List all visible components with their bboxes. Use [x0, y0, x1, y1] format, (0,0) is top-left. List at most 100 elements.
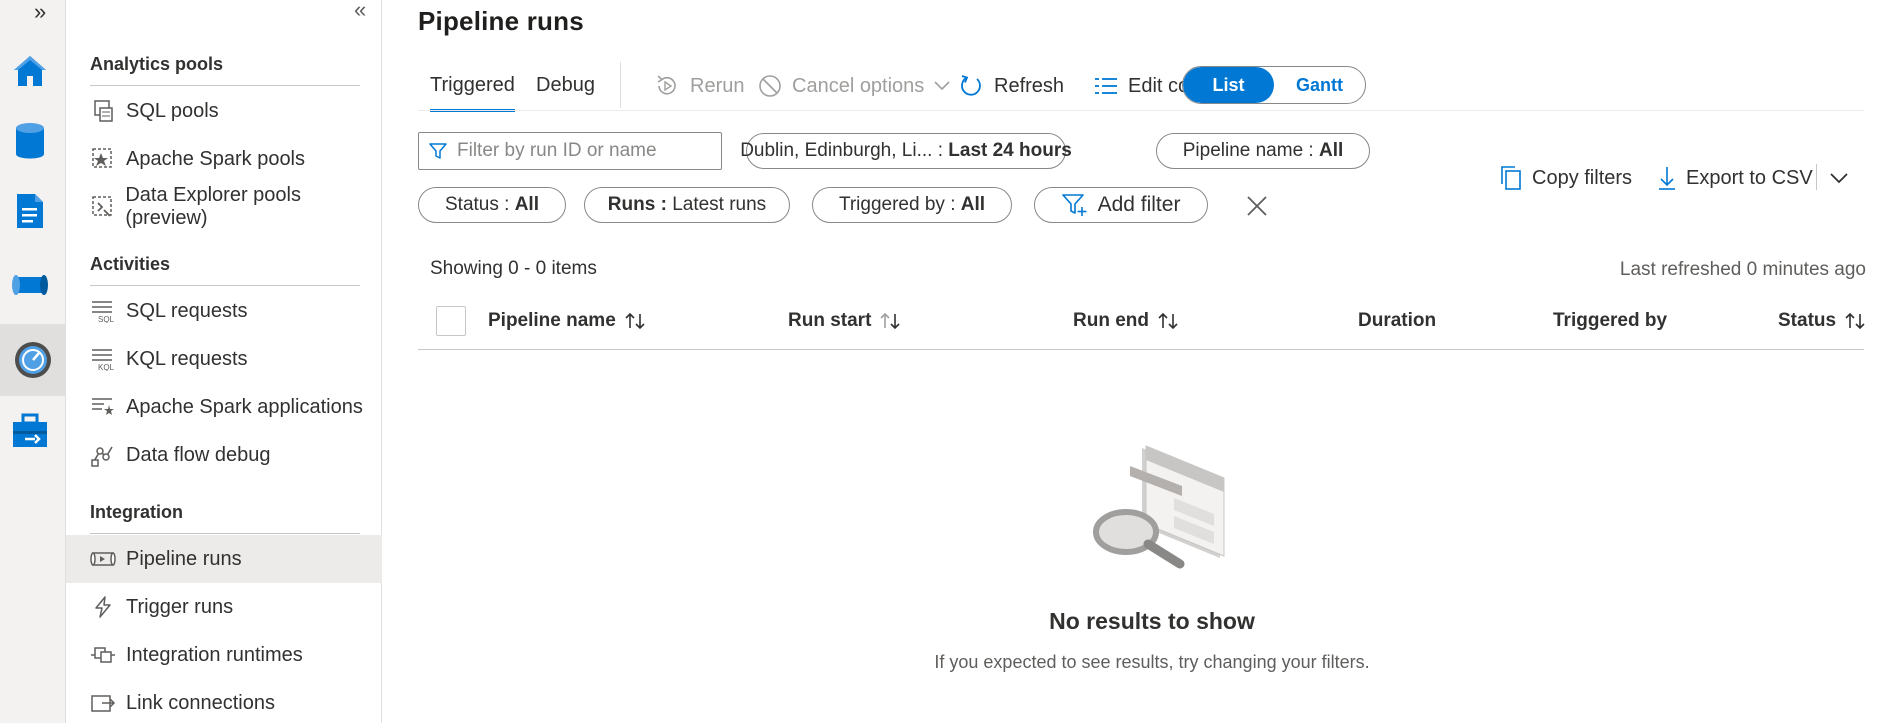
- sql-requests-icon: SQL: [90, 298, 116, 324]
- column-label: Run start: [788, 310, 872, 331]
- pipeline-name-filter-value: All: [1318, 140, 1344, 161]
- toolbox-icon[interactable]: [9, 410, 51, 452]
- clear-filters-button[interactable]: [1242, 191, 1272, 221]
- nav-item-label: Link connections: [126, 691, 275, 714]
- pipeline-icon[interactable]: [9, 264, 51, 306]
- runs-filter-label: Runs :: [607, 194, 673, 215]
- nav-item-label: Integration runtimes: [126, 643, 303, 666]
- copy-filters-label: Copy filters: [1532, 166, 1633, 189]
- nav-item-sql-requests[interactable]: SQL SQL requests: [66, 287, 382, 335]
- nav-item-integration-runtimes[interactable]: Integration runtimes: [66, 631, 382, 679]
- link-connection-icon: [90, 690, 116, 716]
- data-flow-debug-icon: [90, 442, 116, 468]
- sql-pool-icon: [90, 98, 116, 124]
- pipeline-name-filter-label: Pipeline name :: [1182, 140, 1319, 161]
- toolbar-divider: [1816, 164, 1817, 190]
- select-all-checkbox[interactable]: [436, 306, 466, 336]
- collapse-panel-button[interactable]: «: [354, 0, 366, 21]
- view-toggle: List Gantt: [1182, 66, 1366, 104]
- sort-icon: [1157, 312, 1179, 330]
- nav-item-apache-spark-pools[interactable]: Apache Spark pools: [66, 135, 382, 183]
- nav-item-label: Data flow debug: [126, 443, 271, 466]
- section-divider: [90, 85, 360, 86]
- document-icon[interactable]: [9, 190, 51, 232]
- close-icon: [1245, 194, 1269, 218]
- sort-descending-icon: [879, 312, 901, 330]
- run-filter-search[interactable]: [418, 132, 722, 170]
- section-heading-integration: Integration: [90, 502, 183, 522]
- refresh-label: Refresh: [994, 74, 1065, 97]
- status-filter-label: Status :: [445, 194, 515, 215]
- database-icon[interactable]: [9, 120, 51, 162]
- filter-funnel-icon: [429, 142, 447, 160]
- nav-item-label: SQL requests: [126, 299, 248, 322]
- monitor-nav-panel: « Analytics pools SQL pools Apache Spark…: [66, 0, 382, 723]
- nav-item-label: SQL pools: [126, 99, 219, 122]
- cancel-icon: [758, 74, 782, 98]
- column-header-run-start[interactable]: Run start: [788, 310, 901, 332]
- nav-item-apache-spark-applications[interactable]: Apache Spark applications: [66, 383, 382, 431]
- refresh-icon: [958, 73, 984, 99]
- expand-rail-button[interactable]: »: [34, 1, 58, 24]
- nav-item-sql-pools[interactable]: SQL pools: [66, 87, 382, 135]
- refresh-button[interactable]: Refresh: [958, 68, 1064, 104]
- status-filter[interactable]: Status : All: [418, 187, 566, 223]
- section-heading-activities: Activities: [90, 254, 171, 274]
- cancel-options-button[interactable]: Cancel options: [758, 68, 950, 104]
- chevron-down-icon: [1830, 172, 1848, 184]
- section-divider: [90, 533, 360, 534]
- column-header-run-end[interactable]: Run end: [1073, 310, 1179, 332]
- nav-item-data-explorer-pools[interactable]: Data Explorer pools (preview): [66, 183, 382, 231]
- nav-item-pipeline-runs[interactable]: Pipeline runs: [66, 535, 382, 583]
- nav-item-link-connections[interactable]: Link connections: [66, 679, 382, 723]
- rerun-button[interactable]: Rerun: [654, 68, 744, 104]
- home-icon[interactable]: [9, 50, 51, 92]
- nav-item-trigger-runs[interactable]: Trigger runs: [66, 583, 382, 631]
- empty-search-illustration: [1093, 445, 1225, 569]
- nav-item-label: KQL requests: [126, 347, 248, 370]
- triggered-by-filter[interactable]: Triggered by : All: [812, 187, 1012, 223]
- runs-filter[interactable]: Runs : Latest runs: [584, 187, 790, 223]
- more-options-button[interactable]: [1830, 160, 1848, 196]
- search-input[interactable]: [457, 140, 707, 162]
- svg-text:KQL: KQL: [98, 363, 115, 371]
- column-header-duration[interactable]: Duration: [1358, 310, 1436, 332]
- spark-pool-icon: [90, 146, 116, 172]
- column-header-pipeline-name[interactable]: Pipeline name: [488, 310, 646, 332]
- nav-item-kql-requests[interactable]: KQL KQL requests: [66, 335, 382, 383]
- tab-triggered[interactable]: Triggered: [430, 74, 515, 112]
- copy-icon: [1500, 165, 1522, 191]
- export-csv-button[interactable]: Export to CSV: [1658, 160, 1813, 196]
- monitor-icon[interactable]: [0, 324, 66, 396]
- add-filter-button[interactable]: Add filter: [1034, 187, 1208, 223]
- view-gantt-button[interactable]: Gantt: [1274, 67, 1365, 103]
- pipeline-runs-icon: [90, 546, 116, 572]
- column-label: Status: [1778, 310, 1837, 331]
- nav-item-label: Pipeline runs: [126, 547, 242, 570]
- runs-filter-value: Latest runs: [672, 194, 767, 215]
- left-icon-rail: »: [0, 0, 66, 723]
- nav-item-label: Trigger runs: [126, 595, 234, 618]
- column-label: Triggered by: [1553, 310, 1668, 331]
- time-range-value: Last 24 hours: [948, 140, 1072, 161]
- add-filter-icon: [1061, 193, 1088, 217]
- column-label: Duration: [1358, 310, 1437, 331]
- filter-separator: :: [932, 140, 949, 161]
- nav-item-label: Data Explorer pools (preview): [125, 184, 301, 229]
- command-bar: Triggered Debug Rerun Cancel options Ref…: [418, 62, 1864, 112]
- column-label: Pipeline name: [488, 310, 616, 331]
- tab-debug[interactable]: Debug: [536, 74, 595, 112]
- data-explorer-pool-icon: [90, 194, 115, 220]
- timezone-range-filter[interactable]: Dublin, Edinburgh, Li... : Last 24 hours: [740, 133, 1072, 169]
- column-header-triggered-by[interactable]: Triggered by: [1553, 310, 1667, 332]
- nav-item-label: Apache Spark applications: [126, 395, 363, 418]
- nav-item-data-flow-debug[interactable]: Data flow debug: [66, 431, 382, 479]
- copy-filters-button[interactable]: Copy filters: [1500, 160, 1632, 196]
- section-heading-analytics-pools: Analytics pools: [90, 54, 224, 74]
- view-list-button[interactable]: List: [1183, 67, 1274, 103]
- pipeline-name-filter[interactable]: Pipeline name : All: [1156, 133, 1370, 169]
- rerun-label: Rerun: [690, 74, 745, 97]
- rerun-icon: [654, 73, 680, 99]
- timezone-label: Dublin, Edinburgh, Li...: [740, 140, 933, 161]
- column-header-status[interactable]: Status: [1778, 310, 1866, 332]
